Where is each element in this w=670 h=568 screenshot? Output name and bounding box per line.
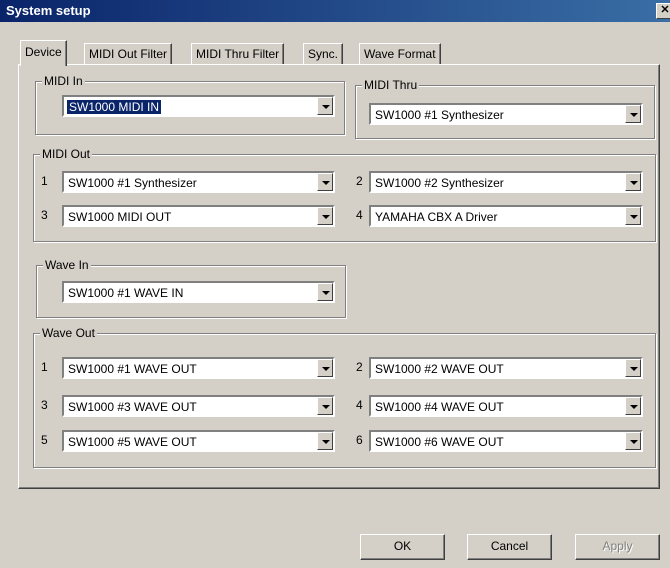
wave-out-label: Wave Out [40, 326, 97, 340]
wave-out-port-number: 3 [41, 398, 48, 412]
midi-out-group: MIDI Out [33, 147, 656, 242]
chevron-down-icon[interactable] [317, 283, 333, 301]
wave-in-value: SW1000 #1 WAVE IN [68, 286, 184, 300]
wave-out-port-number: 6 [356, 433, 363, 447]
wave-out-port-number: 2 [356, 360, 363, 374]
midi-out-select-4[interactable]: YAMAHA CBX A Driver [369, 205, 643, 227]
wave-out-value: SW1000 #4 WAVE OUT [375, 400, 504, 414]
close-icon[interactable]: ✕ [656, 3, 670, 19]
title-bar: System setup ✕ [0, 0, 670, 22]
tab-midi-out-filter[interactable]: MIDI Out Filter [84, 43, 173, 65]
window-title: System setup [6, 3, 91, 18]
chevron-down-icon[interactable] [625, 359, 641, 377]
wave-in-select[interactable]: SW1000 #1 WAVE IN [62, 281, 335, 303]
chevron-down-icon[interactable] [625, 397, 641, 415]
chevron-down-icon[interactable] [317, 97, 333, 115]
midi-out-port-number: 2 [356, 174, 363, 188]
midi-out-value: SW1000 MIDI OUT [68, 210, 172, 224]
midi-out-select-1[interactable]: SW1000 #1 Synthesizer [62, 171, 335, 193]
wave-out-select-4[interactable]: SW1000 #4 WAVE OUT [369, 395, 643, 417]
midi-thru-value: SW1000 #1 Synthesizer [375, 108, 504, 122]
midi-in-label: MIDI In [42, 74, 85, 88]
midi-out-label: MIDI Out [40, 147, 93, 161]
midi-thru-select[interactable]: SW1000 #1 Synthesizer [369, 103, 643, 125]
ok-button[interactable]: OK [360, 534, 445, 560]
chevron-down-icon[interactable] [317, 432, 333, 450]
midi-out-port-number: 4 [356, 208, 363, 222]
wave-out-select-2[interactable]: SW1000 #2 WAVE OUT [369, 357, 643, 379]
wave-out-select-5[interactable]: SW1000 #5 WAVE OUT [62, 430, 335, 452]
midi-out-value: SW1000 #1 Synthesizer [68, 176, 197, 190]
chevron-down-icon[interactable] [625, 432, 641, 450]
chevron-down-icon[interactable] [625, 173, 641, 191]
tab-sync[interactable]: Sync. [303, 43, 344, 65]
wave-out-value: SW1000 #3 WAVE OUT [68, 400, 197, 414]
midi-out-port-number: 1 [41, 174, 48, 188]
midi-in-value: SW1000 MIDI IN [65, 99, 163, 115]
chevron-down-icon[interactable] [317, 397, 333, 415]
chevron-down-icon[interactable] [317, 173, 333, 191]
apply-button: Apply [575, 534, 660, 560]
wave-out-select-3[interactable]: SW1000 #3 WAVE OUT [62, 395, 335, 417]
chevron-down-icon[interactable] [625, 105, 641, 123]
wave-out-select-6[interactable]: SW1000 #6 WAVE OUT [369, 430, 643, 452]
midi-out-select-2[interactable]: SW1000 #2 Synthesizer [369, 171, 643, 193]
wave-in-label: Wave In [43, 258, 91, 272]
wave-out-value: SW1000 #1 WAVE OUT [68, 362, 197, 376]
cancel-button[interactable]: Cancel [467, 534, 552, 560]
wave-out-value: SW1000 #6 WAVE OUT [375, 435, 504, 449]
midi-out-port-number: 3 [41, 208, 48, 222]
tab-wave-format[interactable]: Wave Format [359, 43, 441, 65]
wave-out-select-1[interactable]: SW1000 #1 WAVE OUT [62, 357, 335, 379]
chevron-down-icon[interactable] [317, 359, 333, 377]
wave-out-port-number: 5 [41, 433, 48, 447]
midi-in-select[interactable]: SW1000 MIDI IN [62, 95, 335, 117]
tab-device[interactable]: Device [20, 40, 67, 66]
tab-midi-thru-filter[interactable]: MIDI Thru Filter [191, 43, 285, 65]
wave-out-port-number: 4 [356, 398, 363, 412]
wave-out-value: SW1000 #5 WAVE OUT [68, 435, 197, 449]
midi-out-value: SW1000 #2 Synthesizer [375, 176, 504, 190]
midi-out-value: YAMAHA CBX A Driver [375, 210, 498, 224]
midi-thru-label: MIDI Thru [362, 78, 420, 92]
wave-out-value: SW1000 #2 WAVE OUT [375, 362, 504, 376]
chevron-down-icon[interactable] [317, 207, 333, 225]
wave-out-port-number: 1 [41, 360, 48, 374]
midi-out-select-3[interactable]: SW1000 MIDI OUT [62, 205, 335, 227]
chevron-down-icon[interactable] [625, 207, 641, 225]
